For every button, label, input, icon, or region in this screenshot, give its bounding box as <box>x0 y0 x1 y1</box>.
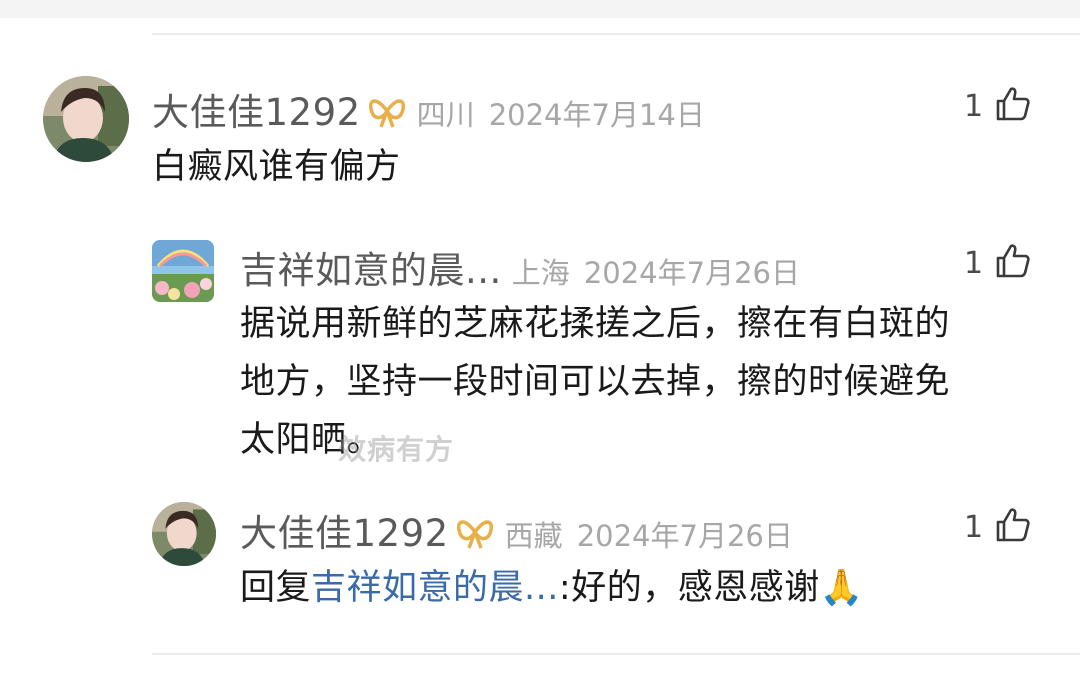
avatar-image <box>43 76 129 162</box>
comment-text-line: 据说用新鲜的芝麻花揉搓之后，擦在有白斑的 <box>240 304 951 344</box>
comment-text: 白癜风谁有偏方 <box>152 147 401 187</box>
location: 上海 <box>511 256 570 290</box>
comment-meta: 大佳佳1292 西藏 2024年7月26日 <box>240 503 793 557</box>
avatar[interactable] <box>152 502 216 566</box>
reply-body: :好的，感恩感谢🙏 <box>558 568 864 608</box>
comment-meta: 大佳佳1292 四川 2024年7月14日 <box>152 82 705 136</box>
thumbs-up-icon <box>995 243 1031 283</box>
gold-ribbon-badge-icon <box>455 516 495 554</box>
location: 四川 <box>416 98 475 132</box>
reply-text: 回复吉祥如意的晨...:好的，感恩感谢🙏 <box>240 559 864 617</box>
like-count: 1 <box>964 245 984 281</box>
username[interactable]: 大佳佳1292 <box>152 82 361 136</box>
like-count: 1 <box>964 509 984 545</box>
top-strip <box>0 0 1080 18</box>
like-button[interactable]: 1 <box>964 507 1031 547</box>
username[interactable]: 吉祥如意的晨... <box>240 240 502 294</box>
avatar-image <box>152 502 216 566</box>
thumbs-up-icon <box>995 86 1031 126</box>
reply-to-link[interactable]: 吉祥如意的晨... <box>311 568 559 608</box>
location: 西藏 <box>504 519 563 553</box>
divider-bottom <box>152 653 1080 655</box>
gold-ribbon-badge-icon <box>367 95 407 133</box>
avatar-image <box>152 240 214 302</box>
watermark: 效病有方 <box>338 433 455 466</box>
timestamp: 2024年7月14日 <box>488 98 705 132</box>
thumbs-up-icon <box>995 507 1031 547</box>
avatar[interactable] <box>43 76 129 162</box>
reply-prefix: 回复 <box>240 568 312 608</box>
like-button[interactable]: 1 <box>964 86 1031 126</box>
username[interactable]: 大佳佳1292 <box>240 503 449 557</box>
comment-meta: 吉祥如意的晨... 上海 2024年7月26日 <box>240 240 800 294</box>
like-button[interactable]: 1 <box>964 243 1031 283</box>
avatar[interactable] <box>152 240 214 302</box>
like-count: 1 <box>964 88 984 124</box>
timestamp: 2024年7月26日 <box>576 519 793 553</box>
timestamp: 2024年7月26日 <box>583 256 800 290</box>
divider-top <box>152 33 1080 35</box>
comment-text-line: 地方，坚持一段时间可以去掉，擦的时候避免 <box>240 362 951 402</box>
